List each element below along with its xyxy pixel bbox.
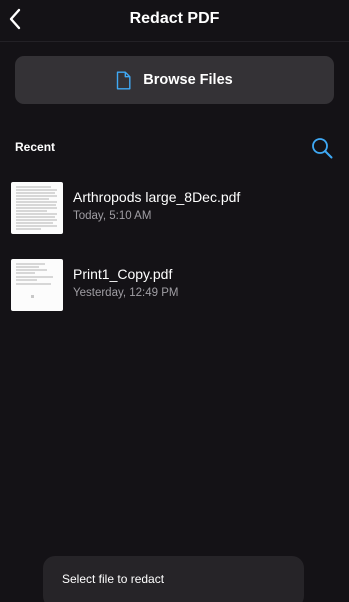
top-bar: Redact PDF <box>0 0 349 42</box>
search-button[interactable] <box>309 135 335 161</box>
page-title: Redact PDF <box>129 10 220 27</box>
recent-heading: Recent <box>15 140 56 154</box>
toast-message: Select file to redact <box>43 556 304 602</box>
toast-text: Select file to redact <box>62 572 165 586</box>
file-date: Today, 5:10 AM <box>73 210 152 222</box>
pdf-thumbnail <box>11 259 63 311</box>
redact-pdf-screen: Redact PDF Browse Files Recent Arthropod… <box>0 0 349 602</box>
recent-file-row[interactable]: Arthropods large_8Dec.pdf Today, 5:10 AM <box>0 182 349 242</box>
recent-file-row[interactable]: Print1_Copy.pdf Yesterday, 12:49 PM <box>0 259 349 319</box>
browse-files-label: Browse Files <box>143 72 233 88</box>
file-name: Print1_Copy.pdf <box>73 266 173 282</box>
file-date: Yesterday, 12:49 PM <box>73 287 179 299</box>
file-icon <box>116 71 131 90</box>
pdf-thumbnail <box>11 182 63 234</box>
search-icon <box>312 138 333 159</box>
browse-files-button[interactable]: Browse Files <box>15 56 334 104</box>
file-name: Arthropods large_8Dec.pdf <box>73 189 241 205</box>
